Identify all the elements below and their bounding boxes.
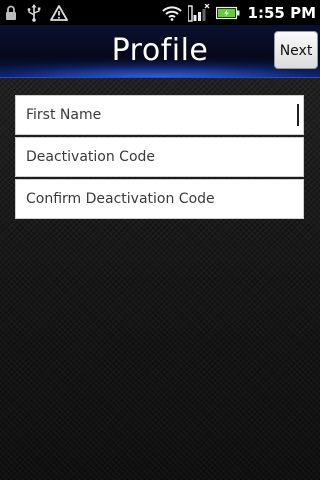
- status-bar: 1:55 PM: [0, 0, 320, 25]
- profile-form: First Name Deactivation Code Confirm Dea…: [15, 95, 304, 221]
- usb-icon: [26, 3, 42, 22]
- wifi-icon: [161, 5, 182, 21]
- first-name-field[interactable]: First Name: [15, 95, 304, 135]
- battery-icon: [215, 6, 240, 20]
- status-bar-left: [4, 0, 68, 25]
- warning-icon: [50, 4, 68, 21]
- signal-icon: [187, 3, 210, 22]
- title-bar: Profile Next: [0, 25, 320, 78]
- status-time: 1:55 PM: [247, 3, 316, 22]
- confirm-deactivation-code-field[interactable]: Confirm Deactivation Code: [15, 179, 304, 219]
- text-cursor: [297, 104, 299, 126]
- lock-icon: [4, 5, 18, 21]
- deactivation-code-placeholder: Deactivation Code: [26, 149, 156, 165]
- first-name-placeholder: First Name: [26, 107, 102, 123]
- next-button[interactable]: Next: [274, 31, 318, 69]
- deactivation-code-field[interactable]: Deactivation Code: [15, 137, 304, 177]
- status-bar-right: 1:55 PM: [161, 0, 316, 25]
- page-title: Profile: [111, 33, 209, 68]
- confirm-deactivation-code-placeholder: Confirm Deactivation Code: [26, 191, 215, 207]
